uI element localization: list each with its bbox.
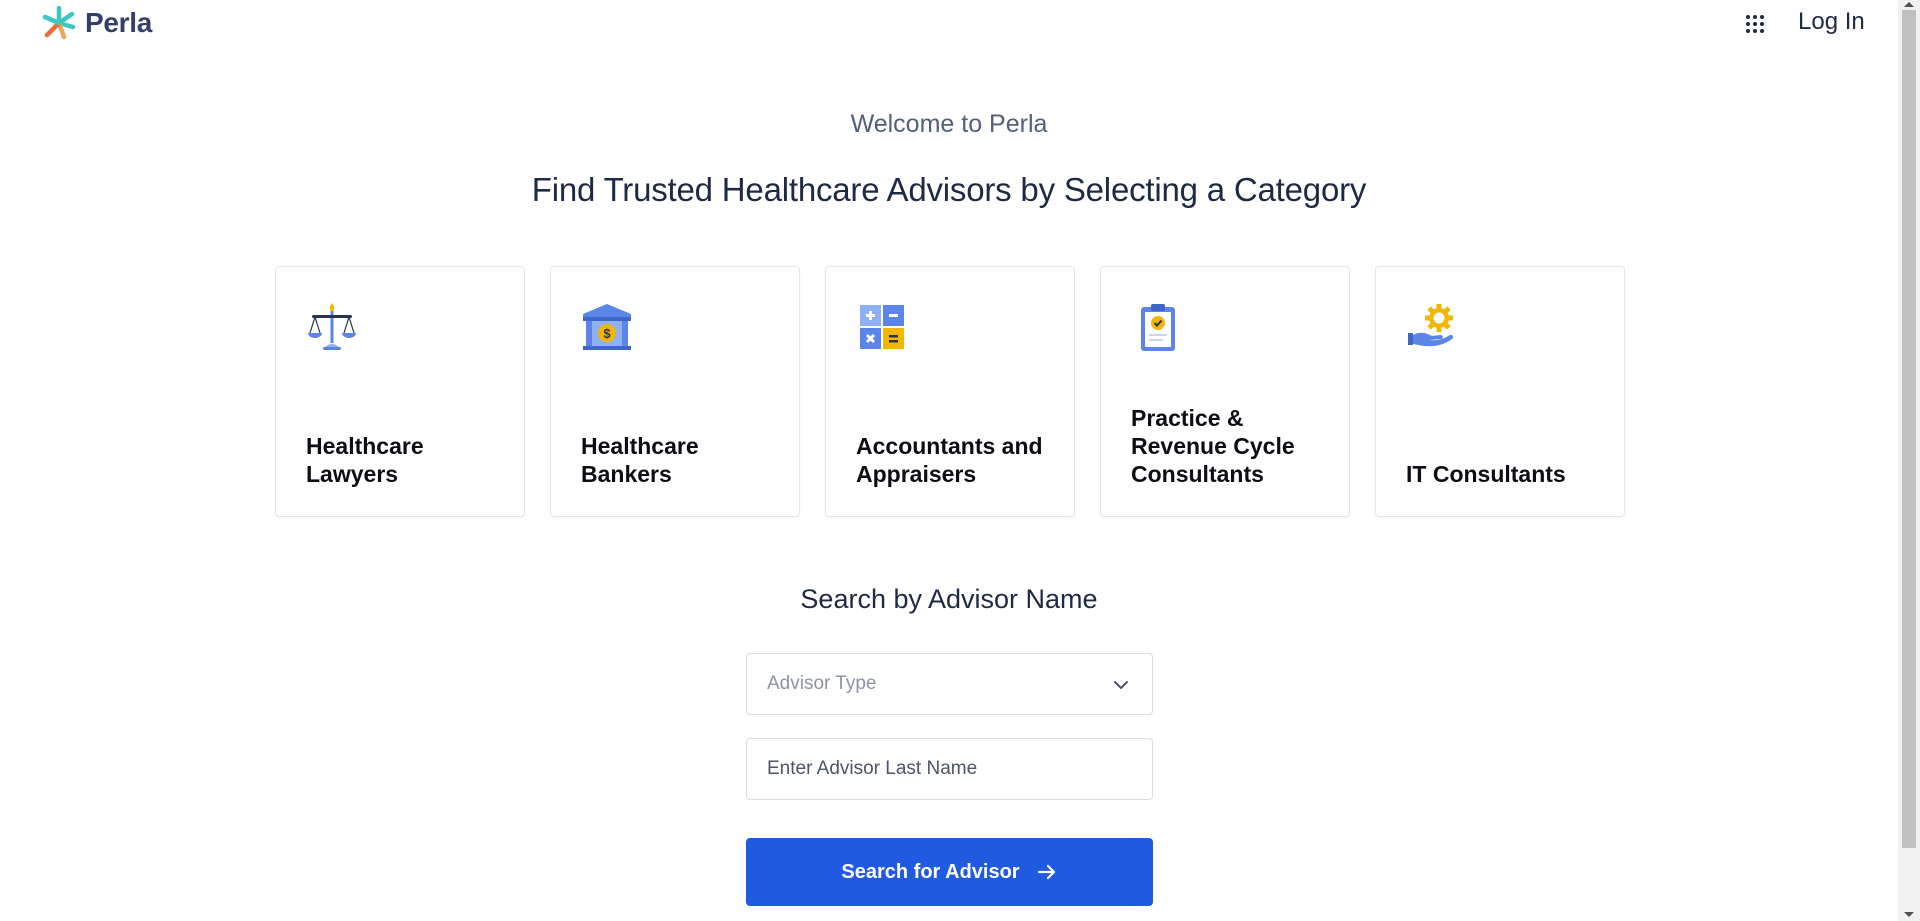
category-label: Healthcare Lawyers [306, 433, 424, 487]
brand-name: Perla [85, 7, 152, 38]
grid-icon[interactable] [1745, 14, 1765, 34]
arrow-right-icon [1037, 864, 1055, 880]
hand-gear-icon [1408, 304, 1454, 347]
category-label: Accountants and Appraisers [856, 433, 1043, 487]
search-advisor-button[interactable]: Search for Advisor [746, 838, 1153, 906]
calculator-icon [860, 305, 904, 349]
page: Perla Log In Welcome to Perla Find Trust… [0, 0, 1920, 921]
category-cards: Healthcare Lawyers $ Healthcare Bankers [275, 266, 1625, 517]
clipboard-check-icon [1141, 304, 1175, 351]
category-label: Practice & Revenue Cycle Consultants [1131, 405, 1295, 487]
login-link[interactable]: Log In [1798, 8, 1865, 36]
perla-logo[interactable]: Perla [42, 6, 152, 40]
chevron-down-icon [1114, 681, 1128, 689]
scrollbar-thumb[interactable] [1902, 10, 1916, 848]
perla-logo-mark-icon [42, 6, 76, 40]
category-card-practice-revenue-cycle[interactable]: Practice & Revenue Cycle Consultants [1100, 266, 1350, 517]
category-card-healthcare-lawyers[interactable]: Healthcare Lawyers [275, 266, 525, 517]
bank-icon: $ [583, 304, 631, 350]
svg-text:$: $ [603, 326, 611, 341]
category-card-accountants-appraisers[interactable]: Accountants and Appraisers [825, 266, 1075, 517]
advisor-type-placeholder: Advisor Type [767, 673, 877, 694]
page-scrollbar[interactable] [1898, 0, 1920, 921]
advisor-last-name-input[interactable] [746, 738, 1153, 800]
category-label: IT Consultants [1406, 461, 1566, 487]
category-card-healthcare-bankers[interactable]: $ Healthcare Bankers [550, 266, 800, 517]
top-header: Perla Log In [0, 0, 1898, 48]
search-section-title: Search by Advisor Name [800, 584, 1098, 614]
page-title: Find Trusted Healthcare Advisors by Sele… [531, 171, 1367, 208]
scales-icon [308, 303, 356, 350]
category-label: Healthcare Bankers [581, 433, 699, 487]
scroll-up-arrow-icon[interactable] [1904, 2, 1914, 7]
search-advisor-button-label: Search for Advisor [841, 860, 1020, 883]
scroll-down-arrow-icon[interactable] [1904, 912, 1914, 917]
welcome-subtitle: Welcome to Perla [850, 110, 1048, 138]
category-card-it-consultants[interactable]: IT Consultants [1375, 266, 1625, 517]
advisor-type-select[interactable]: Advisor Type [746, 653, 1153, 715]
